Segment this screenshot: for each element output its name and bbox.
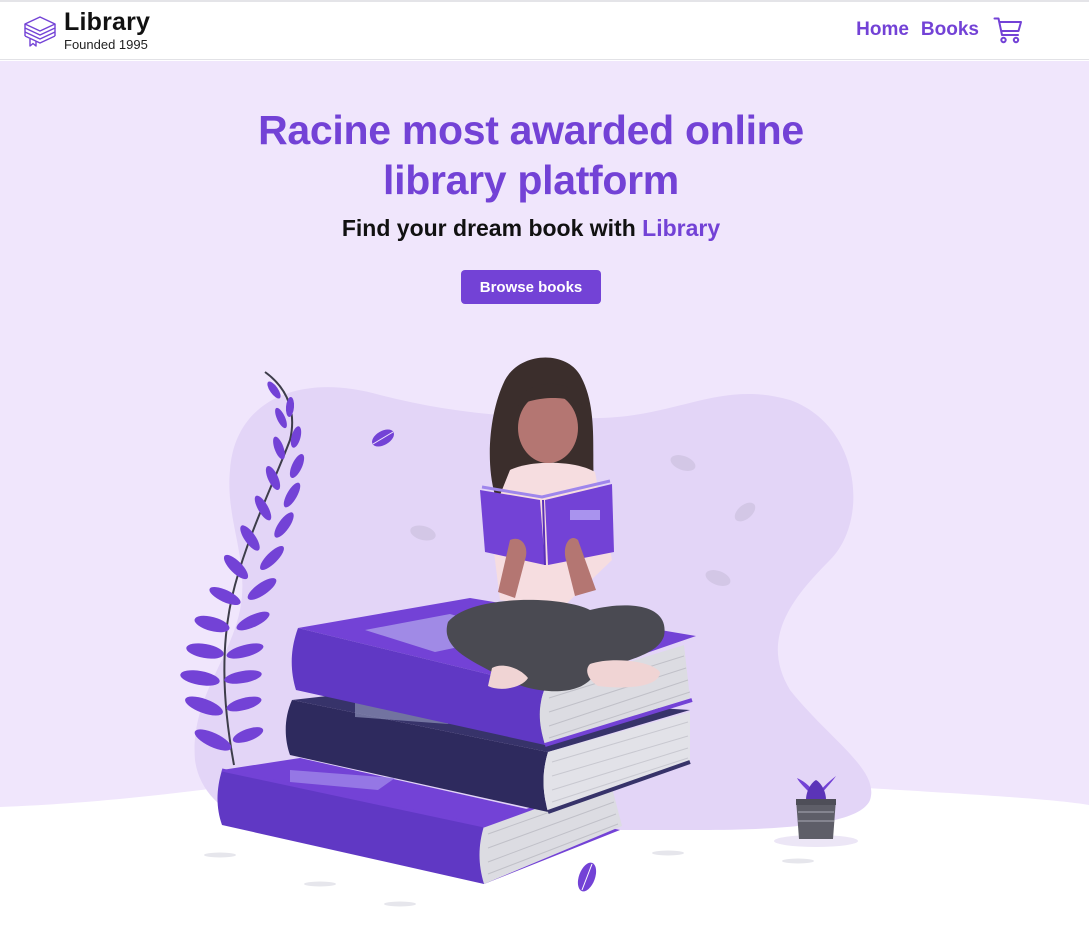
navbar: Library Founded 1995 Home Books (0, 2, 1089, 60)
nav-links: Home Books (844, 16, 1023, 44)
brand-logo[interactable]: Library Founded 1995 (22, 10, 150, 51)
brand-subtitle: Founded 1995 (64, 37, 148, 52)
book-stack-icon (24, 15, 56, 47)
brand-title: Library (64, 8, 151, 36)
nav-home-link[interactable]: Home (856, 19, 909, 41)
shopping-cart-icon[interactable] (993, 16, 1023, 44)
hero-section: Racine most awarded online library platf… (0, 61, 1089, 936)
woman-reading-on-books-illustration (0, 357, 1089, 936)
nav-books-link[interactable]: Books (921, 19, 979, 41)
